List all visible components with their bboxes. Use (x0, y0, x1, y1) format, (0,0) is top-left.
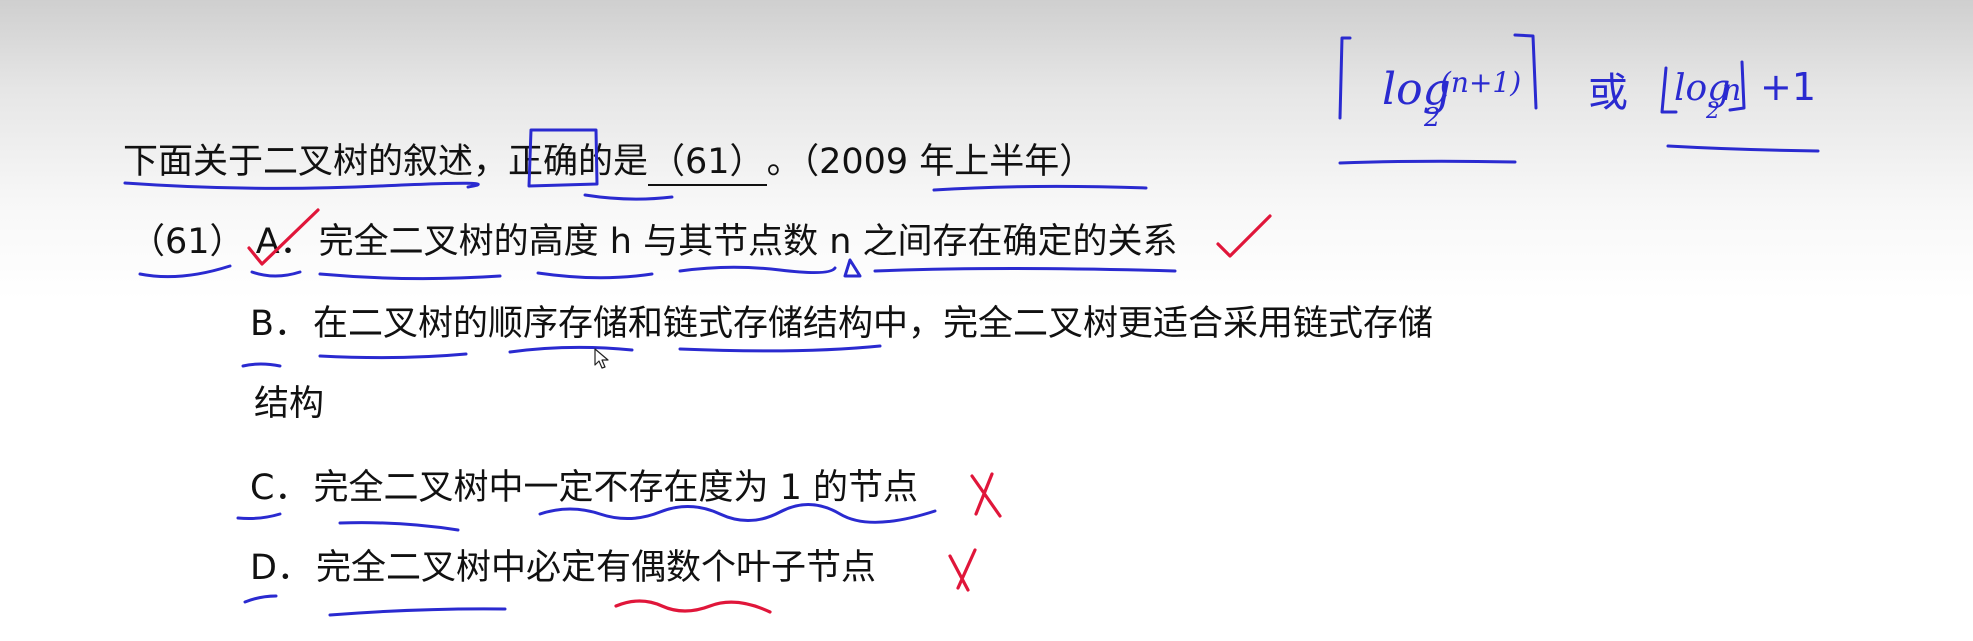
option-b: B． 在二叉树的顺序存储和链式存储结构中，完全二叉树更适合采用链式存储 (250, 302, 1433, 346)
underline-stroke (328, 607, 507, 617)
question-stem-text: 下面关于二叉树的叙述，正确的是 (123, 142, 649, 182)
formula-2-subscript: 2 (1705, 99, 1720, 124)
floor-bracket-left (1660, 66, 1678, 114)
option-c-text: 完全二叉树中一定不存在度为 1 的节点 (313, 468, 918, 508)
mouse-pointer-icon (594, 348, 609, 369)
option-c-letter: C． (250, 468, 310, 508)
formula-2-log: log (1674, 68, 1730, 109)
cross-mark-icon (948, 548, 977, 592)
formula-1-log: log (1382, 64, 1451, 115)
underline-stroke (241, 362, 282, 368)
option-a-text: 完全二叉树的高度 h 与其节点数 n 之间存在确定的关系 (318, 222, 1178, 262)
underline-stroke (318, 352, 468, 360)
formula-1-argument: (n+1) (1440, 66, 1521, 99)
formula-underline (1338, 159, 1517, 165)
underline-stroke (243, 594, 278, 604)
floor-bracket-right (1728, 60, 1746, 112)
underline-stroke (508, 345, 634, 354)
underline-stroke (873, 267, 1177, 273)
question-number: （61） (130, 222, 245, 262)
underline-stroke (536, 271, 654, 280)
wavy-underline (614, 599, 772, 614)
option-b-continuation: 结构 (254, 384, 325, 424)
formula-connector: 或 (1588, 70, 1628, 116)
check-mark-icon (1216, 214, 1272, 258)
option-b-text: 在二叉树的顺序存储和链式存储结构中，完全二叉树更适合采用链式存储 (313, 304, 1434, 344)
underline-stroke (236, 512, 282, 520)
ceiling-bracket-left (1338, 36, 1352, 120)
underline-stroke (932, 184, 1148, 192)
underline-stroke (318, 272, 502, 281)
underline-stroke (138, 264, 232, 279)
formula-1-subscript: 2 (1423, 103, 1441, 133)
option-d: D． 完全二叉树中必定有偶数个叶子节点 (250, 546, 876, 590)
formula-2-argument: n (1722, 73, 1741, 108)
option-a: （61） A． 完全二叉树的高度 h 与其节点数 n 之间存在确定的关系 (130, 220, 1178, 264)
option-a-letter: A． (255, 222, 315, 262)
formula-underline (1666, 144, 1820, 153)
underline-stroke (250, 270, 302, 278)
question-source: 。（2009 年上半年） (766, 142, 1095, 182)
underline-stroke (678, 344, 882, 353)
underline-stroke (678, 265, 837, 275)
option-b-letter: B． (250, 304, 310, 344)
underline-stroke (583, 193, 674, 201)
cross-mark-icon (970, 472, 1002, 518)
underline-stroke (338, 521, 460, 532)
answer-blank: （61） (648, 140, 767, 186)
formula-2-suffix: +1 (1760, 65, 1816, 109)
option-d-text: 完全二叉树中必定有偶数个叶子节点 (315, 548, 876, 588)
option-d-letter: D． (250, 548, 312, 588)
option-c: C． 完全二叉树中一定不存在度为 1 的节点 (250, 466, 918, 510)
question-stem: 下面关于二叉树的叙述，正确的是（61）。（2009 年上半年） (123, 140, 1094, 186)
ceiling-bracket-right (1513, 33, 1538, 110)
